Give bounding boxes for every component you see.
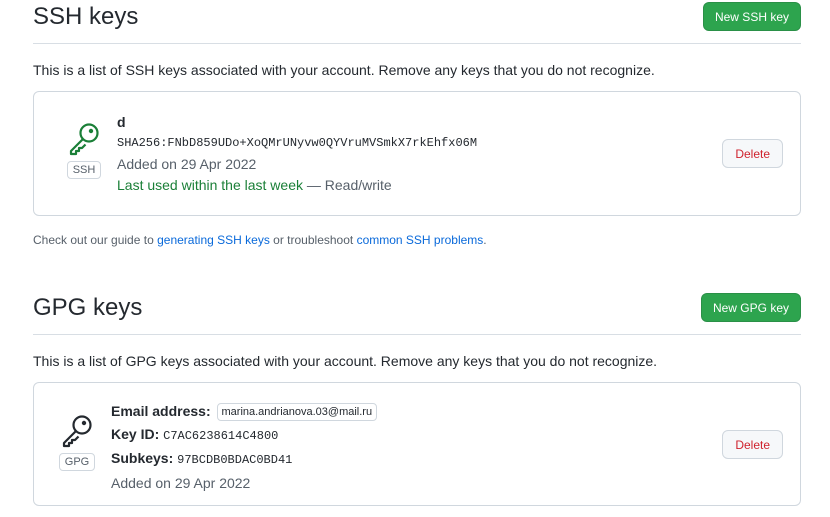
gpg-section-header: GPG keys New GPG key [33,291,801,335]
gpg-key-type-badge: GPG [58,453,96,471]
gpg-subkeys-row: Subkeys: 97BCDB0BDAC0BD41 [111,447,377,472]
ssh-key-title: d [117,114,126,130]
gpg-key-email-row: Email address: marina.andrianova.03@mail… [111,400,378,423]
delete-gpg-key-button[interactable]: Delete [722,430,783,459]
ssh-intro-text: This is a list of SSH keys associated wi… [33,62,655,78]
ssh-key-details: d SHA256:FNbD859UDo+XoQMrUNyvw0QYVruMVSm… [117,112,477,196]
ssh-key-type-badge: SSH [66,161,102,179]
gpg-key-id-value: C7AC6238614C4800 [163,428,279,443]
new-ssh-key-button[interactable]: New SSH key [702,2,801,31]
gpg-section-title: GPG keys [33,294,143,321]
gpg-key-icon-column: GPG [50,414,104,471]
gpg-key-list-item: GPG Email address: marina.andrianova.03@… [33,382,801,506]
gpg-email-badge: marina.andrianova.03@mail.ru [216,403,378,421]
key-icon [67,122,101,156]
gpg-key-added-date: Added on 29 Apr 2022 [111,474,251,491]
gpg-key-id-label: Key ID: [111,425,160,442]
gpg-email-label: Email address: [111,403,211,419]
gpg-key-details: Email address: marina.andrianova.03@mail… [111,400,378,494]
delete-ssh-key-button[interactable]: Delete [722,139,783,168]
new-gpg-key-button[interactable]: New GPG key [700,293,801,322]
ssh-key-usage: Last used within the last week — Read/wr… [117,175,477,196]
ssh-help-note: Check out our guide to generating SSH ke… [33,231,487,249]
ssh-help-suffix: . [483,233,487,247]
ssh-section-header: SSH keys New SSH key [33,0,801,44]
gpg-subkeys-value: 97BCDB0BDAC0BD41 [177,453,293,467]
ssh-help-middle: or troubleshoot [273,233,354,247]
key-icon [60,414,94,448]
ssh-key-list-item: SSH d SHA256:FNbD859UDo+XoQMrUNyvw0QYVru… [33,91,801,216]
ssh-help-prefix: Check out our guide to [33,233,154,247]
ssh-key-access: — Read/write [306,177,392,193]
ssh-key-icon-column: SSH [57,122,111,179]
common-ssh-problems-link[interactable]: common SSH problems [357,233,484,247]
ssh-key-fingerprint: SHA256:FNbD859UDo+XoQMrUNyvw0QYVruMVSmkX… [117,136,478,150]
ssh-key-last-used: Last used within the last week [117,177,303,193]
ssh-section-title: SSH keys [33,3,139,30]
generating-ssh-keys-link[interactable]: generating SSH keys [157,233,270,247]
ssh-key-added-date: Added on 29 Apr 2022 [117,156,257,172]
gpg-subkeys-label: Subkeys: [111,450,174,466]
gpg-intro-text: This is a list of GPG keys associated wi… [33,353,658,369]
gpg-key-id-row: Key ID: C7AC6238614C4800 [111,423,377,448]
